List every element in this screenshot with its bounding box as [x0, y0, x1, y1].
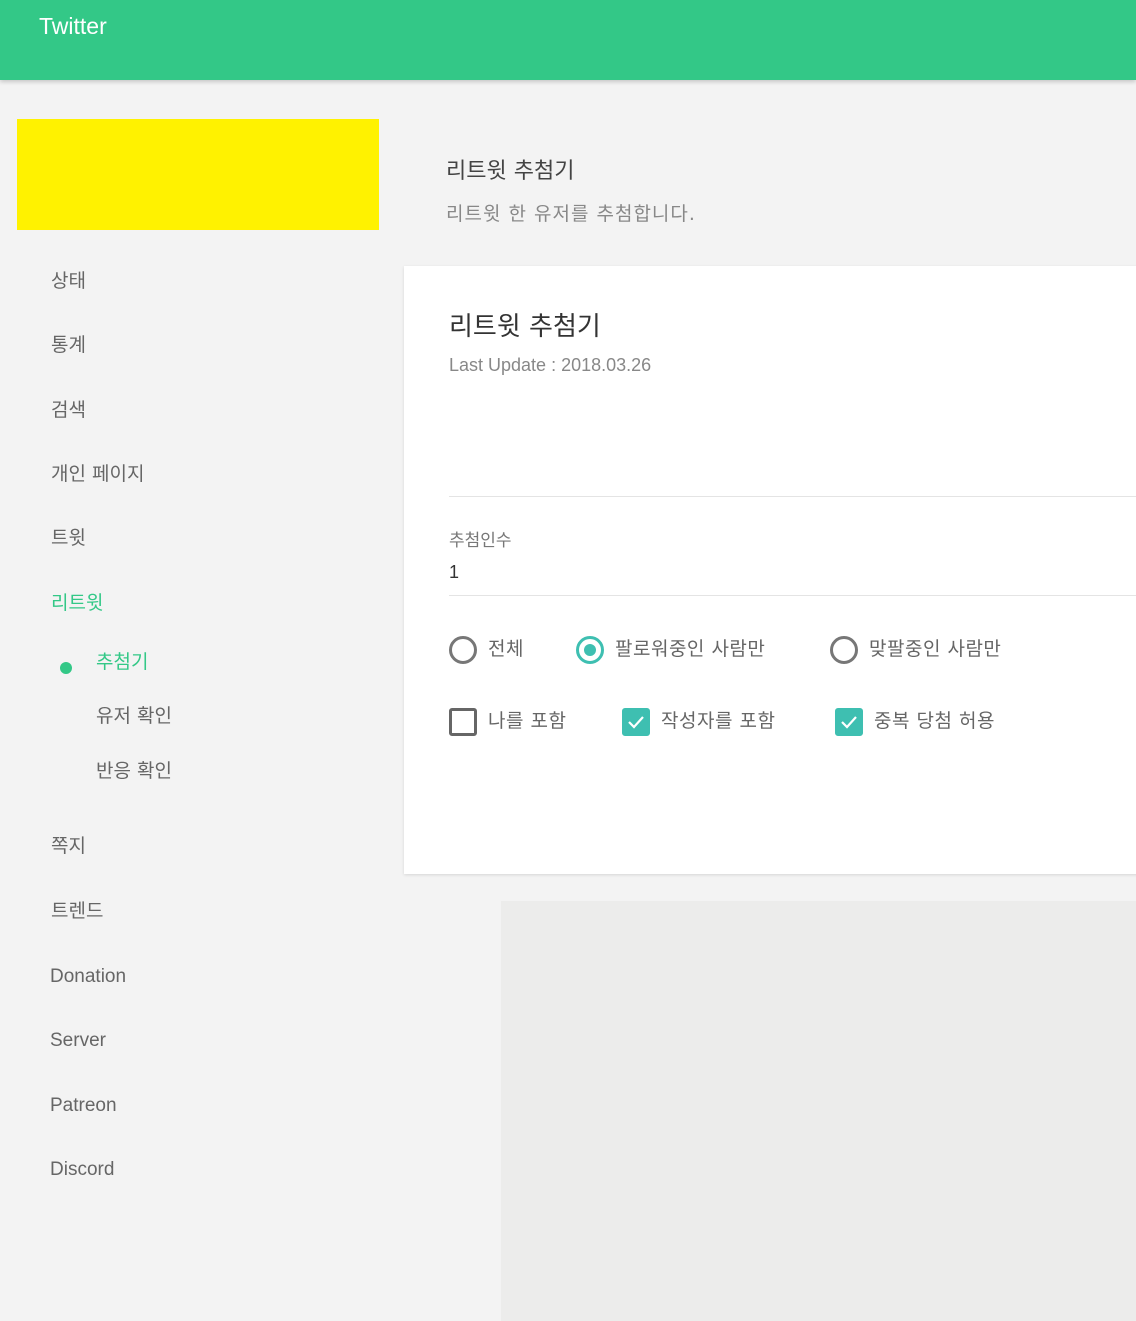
sidebar-item-discord[interactable]: Discord [50, 1158, 114, 1182]
winners-count-label: 추첨인수 [449, 531, 512, 551]
last-update-text: Last Update : 2018.03.26 [449, 355, 652, 375]
card-title: 리트윗 추첨기 [449, 312, 601, 342]
active-indicator-dot [60, 662, 72, 674]
sidebar-item-patreon[interactable]: Patreon [50, 1094, 117, 1118]
background-image-panel [501, 901, 1136, 1321]
sidebar-item-server[interactable]: Server [50, 1029, 106, 1053]
sidebar-item-donation[interactable]: Donation [50, 965, 126, 989]
flag-label: 작성자를 포함 [661, 710, 776, 732]
page-title: 리트윗 추첨기 [446, 159, 575, 184]
checkbox-checked-icon[interactable] [835, 708, 863, 736]
radio-unchecked-icon[interactable] [449, 636, 477, 664]
sidebar-subitem-draw[interactable]: 추첨기 [96, 650, 148, 674]
sidebar-item-messages[interactable]: 쪽지 [51, 834, 86, 858]
flag-label: 나를 포함 [488, 710, 567, 732]
sidebar-item-trends[interactable]: 트렌드 [51, 899, 103, 923]
page-subtitle: 리트윗 한 유저를 추첨합니다. [446, 203, 696, 225]
profile-redaction-box [17, 119, 379, 230]
sidebar-item-search[interactable]: 검색 [51, 398, 86, 422]
sidebar-item-stats[interactable]: 통계 [51, 333, 86, 357]
sidebar-item-personal-page[interactable]: 개인 페이지 [51, 462, 144, 486]
sidebar-subitem-user-check[interactable]: 유저 확인 [96, 704, 172, 728]
checkbox-unchecked-icon[interactable] [449, 708, 477, 736]
radio-checked-icon[interactable] [576, 636, 604, 664]
sidebar-item-retweet[interactable]: 리트윗 [51, 591, 103, 615]
input-underline [449, 595, 1136, 596]
checkmark-icon [628, 716, 644, 729]
checkbox-checked-icon[interactable] [622, 708, 650, 736]
winners-count-input[interactable] [449, 559, 1129, 585]
checkmark-icon [841, 716, 857, 729]
draw-card: 리트윗 추첨기 Last Update : 2018.03.26 추첨인수 전체… [404, 266, 1136, 874]
sidebar-item-tweet[interactable]: 트윗 [51, 526, 86, 550]
card-divider [449, 496, 1136, 497]
scope-option-label: 전체 [488, 638, 524, 660]
radio-unchecked-icon[interactable] [830, 636, 858, 664]
sidebar-item-status[interactable]: 상태 [51, 269, 86, 293]
scope-option-label: 맞팔중인 사람만 [869, 638, 1002, 660]
scope-option-label: 팔로워중인 사람만 [615, 638, 766, 660]
flag-label: 중복 당첨 허용 [874, 710, 995, 732]
top-app-bar: Twitter [0, 0, 1136, 80]
app-title[interactable]: Twitter [39, 13, 107, 40]
sidebar-subitem-reaction-check[interactable]: 반응 확인 [96, 759, 172, 783]
